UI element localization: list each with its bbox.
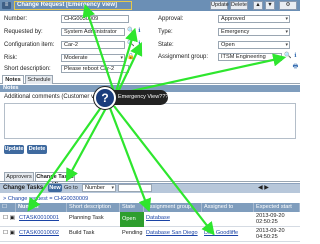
question-mark-icon: ?	[94, 87, 116, 109]
arrow-to-change-tasks-tab	[65, 107, 107, 182]
arrow-to-number-column	[27, 105, 103, 212]
arrow-to-title	[82, 3, 116, 93]
arrow-to-config-item	[117, 42, 143, 93]
arrow-to-assignment-group	[117, 53, 287, 96]
arrow-to-group-column	[108, 107, 152, 213]
arrow-to-assigned-to	[113, 105, 215, 236]
annotation-arrows	[27, 3, 287, 236]
